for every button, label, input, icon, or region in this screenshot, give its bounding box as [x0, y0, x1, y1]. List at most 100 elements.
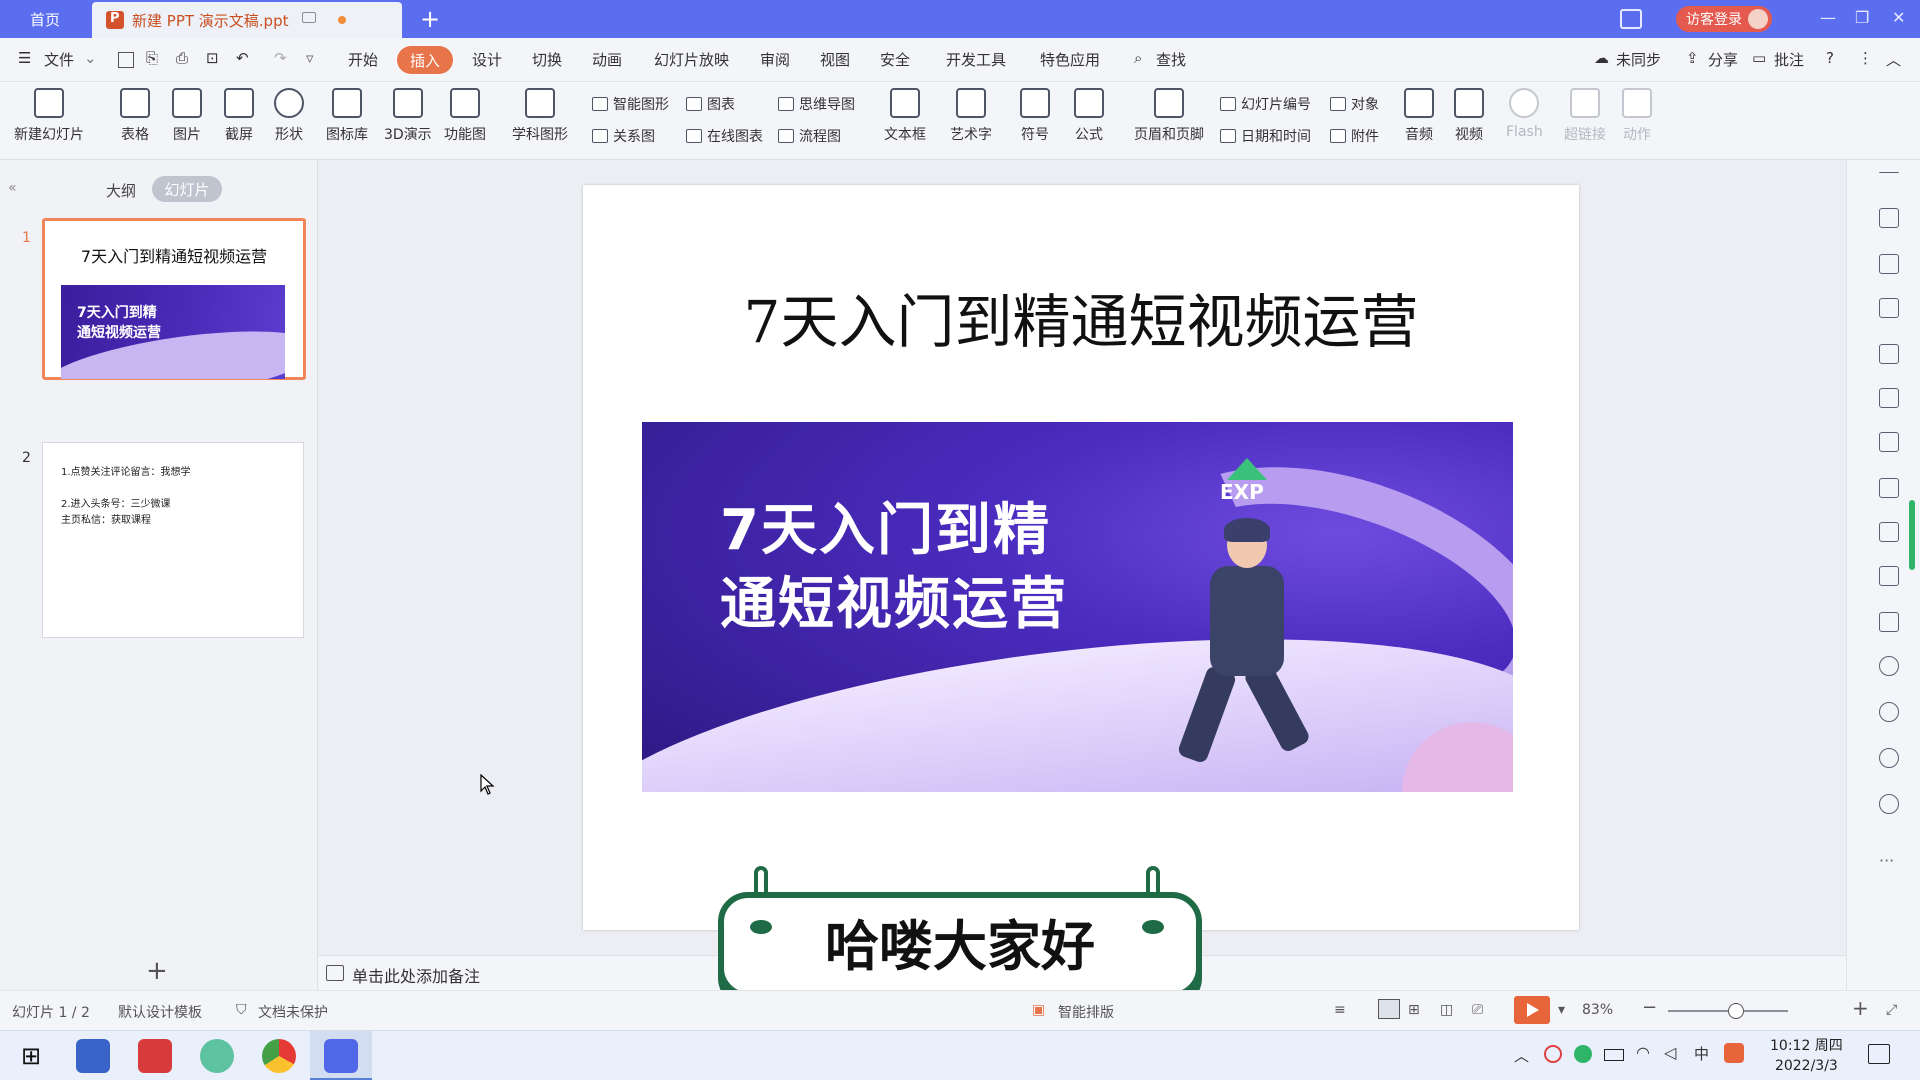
menu-features[interactable]: 特色应用: [1040, 49, 1100, 70]
smart-layout-button[interactable]: 智能排版: [1058, 1002, 1114, 1022]
symbol-button[interactable]: 符号: [1020, 88, 1050, 144]
menu-view[interactable]: 视图: [820, 49, 850, 70]
chevron-down-icon[interactable]: ⌄: [84, 49, 97, 67]
windows-start-icon[interactable]: ⊞: [14, 1039, 48, 1073]
wps-icon[interactable]: [324, 1039, 358, 1073]
outline-tab[interactable]: 大纲: [106, 180, 136, 201]
minimize-icon[interactable]: —: [1820, 8, 1836, 27]
notes-toggle-icon[interactable]: ≡: [1334, 1002, 1346, 1018]
tray-chevron-icon[interactable]: ︿: [1514, 1045, 1529, 1066]
presenter-view-icon[interactable]: ⎚: [1472, 1002, 1483, 1018]
grid-icon[interactable]: [1879, 344, 1899, 364]
new-tab-plus-icon[interactable]: +: [420, 5, 440, 33]
layers-icon[interactable]: [1879, 298, 1899, 318]
menu-transition[interactable]: 切换: [532, 49, 562, 70]
menu-developer[interactable]: 开发工具: [946, 49, 1006, 70]
sogou-ime-icon[interactable]: [1724, 1043, 1744, 1063]
wifi-icon[interactable]: ◠: [1636, 1043, 1650, 1062]
image-icon[interactable]: [1879, 612, 1899, 632]
bar-chart-icon[interactable]: [1879, 388, 1899, 408]
speaker-icon[interactable]: [1879, 656, 1899, 676]
customize-icon[interactable]: ▿: [306, 49, 314, 67]
notification-icon[interactable]: [1868, 1044, 1890, 1064]
normal-view-icon[interactable]: [1378, 999, 1400, 1019]
ime-indicator[interactable]: 中: [1694, 1043, 1709, 1064]
volume-icon[interactable]: ◁: [1664, 1043, 1676, 1062]
share-icon[interactable]: ⇪: [1686, 49, 1699, 67]
slide-title[interactable]: 7天入门到精通短视频运营: [583, 275, 1579, 359]
tray-network-app-icon[interactable]: [1574, 1045, 1592, 1063]
mindmap-button[interactable]: 思维导图: [778, 94, 855, 114]
hyperlink-button[interactable]: 超链接: [1564, 88, 1606, 144]
comment-button[interactable]: 批注: [1774, 49, 1804, 70]
video-button[interactable]: 视频: [1454, 88, 1484, 144]
more-icon[interactable]: ⋮: [1858, 49, 1873, 67]
header-footer-button[interactable]: 页眉和页脚: [1134, 88, 1204, 144]
flowchart-button[interactable]: 流程图: [778, 126, 841, 146]
slides-tab[interactable]: 幻灯片: [152, 176, 222, 202]
star-icon[interactable]: [1879, 208, 1899, 228]
system-clock[interactable]: 10:12 周四 2022/3/3: [1770, 1036, 1843, 1076]
menu-animation[interactable]: 动画: [592, 49, 622, 70]
attachment-button[interactable]: 附件: [1330, 126, 1379, 146]
restore-icon[interactable]: ❐: [1855, 8, 1869, 27]
play-slideshow-button[interactable]: [1514, 996, 1550, 1024]
export-icon[interactable]: ⎘: [146, 49, 158, 67]
menu-review[interactable]: 审阅: [760, 49, 790, 70]
chrome-icon[interactable]: [262, 1039, 296, 1073]
app-icon-computer[interactable]: [76, 1039, 110, 1073]
datetime-button[interactable]: 日期和时间: [1220, 126, 1311, 146]
app-icon-red[interactable]: [138, 1039, 172, 1073]
history-icon[interactable]: [1879, 748, 1899, 768]
print-preview-icon[interactable]: ⊡: [206, 49, 219, 67]
current-slide[interactable]: 7天入门到精通短视频运营 EXP 7天入门到精 通短视频运营: [583, 185, 1579, 930]
play-options-chevron-icon[interactable]: ▾: [1558, 1002, 1565, 1018]
undo-icon[interactable]: ↶: [236, 49, 249, 67]
export-share-icon[interactable]: [1879, 522, 1899, 542]
add-slide-plus-icon[interactable]: +: [146, 956, 168, 986]
object-select-icon[interactable]: [1879, 254, 1899, 274]
flash-button[interactable]: Flash: [1506, 88, 1543, 140]
document-protection[interactable]: 文档未保护: [258, 1002, 328, 1022]
shape-button[interactable]: 形状: [274, 88, 304, 144]
slide-banner-image[interactable]: EXP 7天入门到精 通短视频运营: [642, 422, 1513, 792]
monitor-icon[interactable]: [302, 12, 316, 23]
tab-document[interactable]: 新建 PPT 演示文稿.ppt: [92, 2, 402, 38]
zoom-in-icon[interactable]: +: [1852, 996, 1869, 1020]
action-button[interactable]: 动作: [1622, 88, 1652, 144]
close-icon[interactable]: ✕: [1892, 8, 1905, 27]
formula-button[interactable]: 公式: [1074, 88, 1104, 144]
screenshot-button[interactable]: 截屏: [224, 88, 254, 144]
function-chart-button[interactable]: 功能图: [444, 88, 486, 144]
tab-home[interactable]: 首页: [0, 0, 90, 38]
help-circle-icon[interactable]: [1879, 794, 1899, 814]
fit-window-icon[interactable]: ⤢: [1886, 1002, 1897, 1018]
menu-file[interactable]: 文件: [44, 49, 74, 70]
table-button[interactable]: 表格: [120, 88, 150, 144]
sliders-icon[interactable]: [1879, 432, 1899, 452]
battery-icon[interactable]: [1604, 1049, 1624, 1061]
download-icon[interactable]: [1879, 702, 1899, 722]
zoom-out-icon[interactable]: −: [1642, 997, 1657, 1018]
chart-button[interactable]: 图表: [686, 94, 735, 114]
subject-shape-button[interactable]: 学科图形: [512, 88, 568, 144]
app-icon-green[interactable]: [200, 1039, 234, 1073]
hamburger-icon[interactable]: ☰: [18, 49, 31, 67]
slide-thumbnail-2[interactable]: 1.点赞关注评论留言：我想学 2.进入头条号：三少微课 主页私信：获取课程: [42, 442, 304, 638]
slide-number-button[interactable]: 幻灯片编号: [1220, 94, 1311, 114]
guest-login-button[interactable]: 访客登录: [1676, 6, 1772, 32]
online-chart-button[interactable]: 在线图表: [686, 126, 763, 146]
zoom-level[interactable]: 83%: [1582, 1002, 1613, 1018]
icon-library-button[interactable]: 图标库: [326, 88, 368, 144]
slide-thumbnail-1[interactable]: 7天入门到精通短视频运营 7天入门到精 通短视频运营: [42, 218, 306, 380]
menu-home[interactable]: 开始: [348, 49, 378, 70]
save-icon[interactable]: [118, 52, 134, 68]
share-button[interactable]: 分享: [1708, 49, 1738, 70]
tray-app-icon[interactable]: [1544, 1045, 1562, 1063]
new-slide-button[interactable]: 新建幻灯片: [14, 88, 84, 144]
redo-icon[interactable]: ↷: [274, 49, 287, 67]
sorter-view-icon[interactable]: ⊞: [1408, 1002, 1420, 1018]
notes-placeholder[interactable]: 单击此处添加备注: [352, 963, 480, 987]
search-icon[interactable]: ⌕: [1134, 49, 1142, 67]
wordart-button[interactable]: 艺术字: [950, 88, 992, 144]
